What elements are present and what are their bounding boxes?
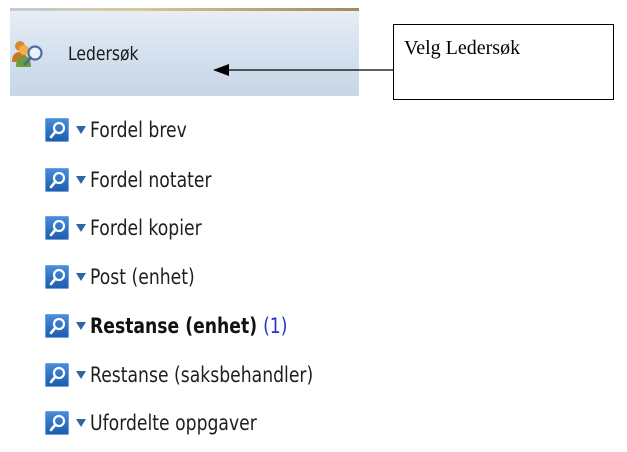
header-label[interactable]: Ledersøk (68, 43, 139, 65)
menu-item-post-enhet[interactable]: Post (enhet) (45, 260, 405, 294)
chevron-down-icon[interactable] (76, 126, 86, 134)
menu-item-fordel-brev[interactable]: Fordel brev (45, 113, 405, 147)
ledersok-header[interactable] (10, 8, 359, 96)
menu-item-label-bold[interactable]: Restanse (enhet) (1) (90, 314, 287, 338)
search-icon[interactable] (45, 168, 69, 192)
search-icon[interactable] (45, 411, 69, 435)
people-search-icon (12, 41, 43, 67)
header-divider (10, 8, 359, 11)
menu-item-ufordelte-oppgaver[interactable]: Ufordelte oppgaver (45, 406, 405, 440)
search-icon[interactable] (45, 118, 69, 142)
search-icon[interactable] (45, 265, 69, 289)
menu-item-restanse-saksbehandler[interactable]: Restanse (saksbehandler) (45, 358, 405, 392)
menu-item-fordel-notater[interactable]: Fordel notater (45, 163, 405, 197)
menu-item-text[interactable]: Restanse (enhet) (90, 314, 257, 338)
chevron-down-icon[interactable] (76, 273, 86, 281)
chevron-down-icon[interactable] (76, 176, 86, 184)
menu-item-label[interactable]: Fordel notater (90, 168, 212, 192)
search-icon[interactable] (45, 314, 69, 338)
callout-text: Velg Ledersøk (404, 37, 521, 59)
menu-item-label[interactable]: Fordel brev (90, 118, 187, 142)
menu-item-label[interactable]: Ufordelte oppgaver (90, 411, 257, 435)
chevron-down-icon[interactable] (76, 322, 86, 330)
menu-item-restanse-enhet[interactable]: Restanse (enhet) (1) (45, 309, 405, 343)
chevron-down-icon[interactable] (76, 224, 86, 232)
menu-item-fordel-kopier[interactable]: Fordel kopier (45, 211, 405, 245)
chevron-down-icon[interactable] (76, 419, 86, 427)
search-icon[interactable] (45, 363, 69, 387)
menu-item-label[interactable]: Restanse (saksbehandler) (90, 363, 313, 387)
chevron-down-icon[interactable] (76, 371, 86, 379)
callout-box: Velg Ledersøk (393, 24, 614, 100)
search-icon[interactable] (45, 216, 69, 240)
count-badge: (1) (263, 314, 288, 338)
callout-arrow (213, 64, 395, 76)
menu-item-label[interactable]: Post (enhet) (90, 265, 195, 289)
menu-item-label[interactable]: Fordel kopier (90, 216, 202, 240)
